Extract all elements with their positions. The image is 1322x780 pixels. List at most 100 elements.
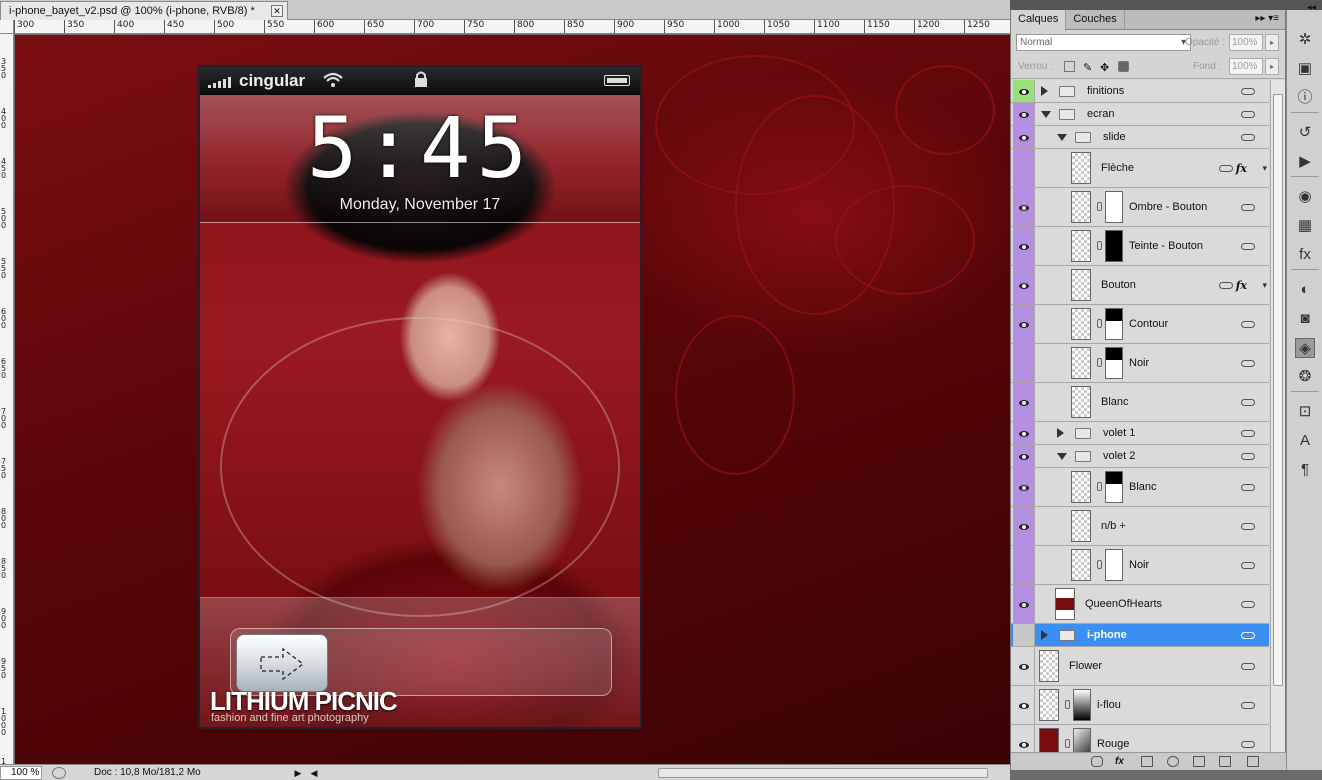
visibility-toggle[interactable] [1013,344,1035,382]
tab-couches[interactable]: Couches [1066,10,1125,29]
transform-icon[interactable]: ⊡ [1295,402,1315,422]
layer-name[interactable]: Blanc [1101,396,1129,408]
layer-link-icon[interactable] [1241,359,1255,367]
visibility-toggle[interactable] [1013,188,1035,226]
layer-row-blanc[interactable]: Blanc [1011,383,1269,422]
layer-link-icon[interactable] [1241,242,1255,250]
character-icon[interactable]: A [1295,431,1315,451]
visibility-toggle[interactable] [1013,686,1035,724]
layer-link-icon[interactable] [1241,522,1255,530]
styles-icon[interactable]: fx [1295,245,1315,265]
layer-row-flower[interactable]: Flower [1011,647,1269,686]
new-group-icon[interactable] [1193,756,1205,767]
layer-mask-thumbnail[interactable] [1073,689,1091,721]
mask-link-icon[interactable] [1097,241,1102,250]
layer-row-noir[interactable]: Noir [1011,344,1269,383]
navigator-icon[interactable] [52,766,66,779]
history-icon[interactable]: ↺ [1295,123,1315,143]
layer-name[interactable]: Teinte - Bouton [1129,240,1203,252]
layer-name[interactable]: volet 1 [1103,427,1135,439]
layer-row-finitions[interactable]: finitions [1011,80,1269,103]
visibility-toggle[interactable] [1013,546,1035,584]
layer-row-slide[interactable]: slide [1011,126,1269,149]
mask-link-icon[interactable] [1097,202,1102,211]
scroll-left-arrow[interactable]: ◀ [308,766,320,780]
add-mask-icon[interactable] [1141,756,1153,767]
layer-row-volet-1[interactable]: volet 1 [1011,422,1269,445]
mask-link-icon[interactable] [1097,358,1102,367]
lock-brush-icon[interactable]: ✎ [1083,61,1094,74]
layer-link-icon[interactable] [1241,600,1255,608]
layer-row-rouge[interactable]: Rouge [1011,725,1269,752]
expand-down-icon[interactable] [1041,111,1051,118]
ruler-corner[interactable] [0,20,14,34]
layer-name[interactable]: Flower [1069,660,1102,672]
document-tab[interactable]: i-phone_bayet_v2.psd @ 100% (i-phone, RV… [0,1,288,20]
actions-icon[interactable]: ▶ [1295,152,1315,172]
compass-icon[interactable]: ✲ [1295,30,1315,50]
fill-field[interactable]: 100% [1229,58,1263,75]
mask-link-icon[interactable] [1097,560,1102,569]
layer-name[interactable]: Blanc [1129,481,1157,493]
layer-row-bouton[interactable]: Bouton fx ▾ [1011,266,1269,305]
layer-name[interactable]: Ombre - Bouton [1129,201,1207,213]
layer-name[interactable]: Bouton [1101,279,1136,291]
expand-down-icon[interactable] [1057,134,1067,141]
mask-icon[interactable]: ◙ [1295,309,1315,329]
status-menu-arrow[interactable]: ▶ [292,766,304,780]
layer-link-icon[interactable] [1241,320,1255,328]
channels-icon[interactable]: ❂ [1295,367,1315,387]
fill-stepper[interactable]: ▸ [1265,58,1279,75]
visibility-toggle[interactable] [1013,507,1035,545]
mask-link-icon[interactable] [1065,700,1070,709]
effects-expand-icon[interactable]: ▾ [1262,163,1267,174]
layer-link-icon[interactable] [1241,110,1255,118]
layers-scrollbar[interactable] [1270,80,1285,752]
layer-name[interactable]: Rouge [1097,738,1129,750]
mask-link-icon[interactable] [1097,482,1102,491]
new-layer-icon[interactable] [1219,756,1231,767]
visibility-toggle[interactable] [1013,80,1035,102]
layer-link-icon[interactable] [1241,483,1255,491]
info-icon[interactable]: ⓘ [1295,88,1315,108]
vertical-ruler[interactable]: 350 400 450 500 550 600 650 700 750 800 850 900 950 1… [0,34,14,764]
visibility-toggle[interactable] [1013,126,1035,148]
layer-name[interactable]: i-flou [1097,699,1121,711]
layers-icon[interactable]: ◈ [1295,338,1315,358]
layer-mask-thumbnail[interactable] [1105,549,1123,581]
slide-button[interactable] [236,634,328,692]
close-icon[interactable]: ✕ [271,5,283,17]
visibility-toggle[interactable] [1013,227,1035,265]
blend-mode-select[interactable]: Normal [1016,34,1191,51]
layer-link-icon[interactable] [1241,631,1255,639]
layer-name[interactable]: volet 2 [1103,450,1135,462]
expand-right-icon[interactable] [1041,86,1048,96]
horizontal-scrollbar[interactable] [658,768,988,778]
layer-link-icon[interactable] [1241,561,1255,569]
layer-row-contour[interactable]: Contour [1011,305,1269,344]
link-layers-icon[interactable] [1091,756,1103,767]
layer-name[interactable]: Noir [1129,357,1149,369]
layer-name[interactable]: Flèche [1101,162,1134,174]
visibility-toggle[interactable] [1013,468,1035,506]
paragraph-icon[interactable]: ¶ [1295,460,1315,480]
visibility-toggle[interactable] [1013,422,1035,444]
zoom-field[interactable]: 100 % [0,765,42,780]
layer-row-noir[interactable]: Noir [1011,546,1269,585]
lock-transparency-icon[interactable] [1064,61,1075,72]
layer-row-volet-2[interactable]: volet 2 [1011,445,1269,468]
layer-link-icon[interactable] [1219,281,1233,289]
layer-name[interactable]: Contour [1129,318,1168,330]
layer-link-icon[interactable] [1241,133,1255,141]
lock-all-icon[interactable] [1118,61,1129,72]
mask-link-icon[interactable] [1065,739,1070,748]
layer-link-icon[interactable] [1241,203,1255,211]
layer-row-teinte-bouton[interactable]: Teinte - Bouton [1011,227,1269,266]
collapse-icon[interactable]: ◂◂ [1307,2,1316,13]
layer-row-fl-che[interactable]: Flèche fx ▾ [1011,149,1269,188]
layer-name[interactable]: QueenOfHearts [1085,598,1162,610]
layer-row-queenofhearts[interactable]: QueenOfHearts [1011,585,1269,624]
horizontal-ruler[interactable]: 300 350 400 450 500 550 600 650 700 750 800 850 900 9… [14,20,1010,34]
layer-row-i-flou[interactable]: i-flou [1011,686,1269,725]
layer-name[interactable]: finitions [1087,85,1124,97]
